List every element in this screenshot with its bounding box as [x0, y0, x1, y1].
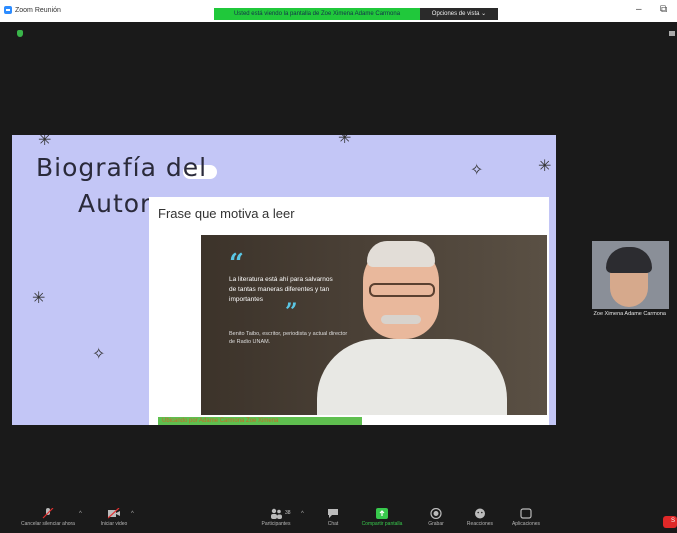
- app-title: Zoom Reunión: [4, 6, 61, 14]
- sparkle-icon: ✳: [32, 290, 46, 307]
- screen-share-banner: Usted está viendo la pantalla de Zoe Xim…: [214, 8, 420, 20]
- participant-video[interactable]: [592, 241, 669, 309]
- author-mustache: [381, 315, 421, 324]
- participant-hat: [606, 247, 652, 273]
- start-video-button[interactable]: Iniciar video: [94, 505, 134, 527]
- slide-title: Biografía del: [36, 153, 208, 182]
- minimize-button[interactable]: –: [636, 4, 642, 15]
- audio-options-caret[interactable]: ^: [79, 511, 82, 517]
- sparkle-icon: ✳: [38, 135, 52, 149]
- author-shirt: [317, 339, 507, 415]
- zoom-logo-icon: [4, 6, 12, 14]
- author-hair: [367, 241, 435, 267]
- reactions-button[interactable]: Reacciones: [460, 505, 500, 527]
- participants-button[interactable]: Participantes: [254, 505, 298, 527]
- close-quote-icon: ”: [285, 299, 298, 325]
- slide-title-line2: Autor: [78, 189, 152, 218]
- meeting-toolbar: Cancelar silenciar ahora ^ Iniciar video…: [0, 505, 677, 533]
- participants-icon: [271, 508, 282, 519]
- security-shield-icon[interactable]: [17, 30, 23, 37]
- video-off-icon: [108, 508, 120, 519]
- chat-icon: [328, 509, 338, 518]
- record-button[interactable]: Grabar: [420, 505, 452, 527]
- shared-screen: ✳ ✳ ✳ ✧ ✳ ✧ Biografía del Autor Frase qu…: [12, 135, 556, 425]
- presenter-label: Ubicando por Adame Carmona Zoe Ximena: [158, 417, 362, 425]
- participants-caret[interactable]: ^: [301, 511, 304, 517]
- quote-text: La literatura está ahí para salvarnos de…: [229, 276, 333, 303]
- microphone-muted-icon: [42, 508, 54, 519]
- title-bar: Zoom Reunión Usted está viendo la pantal…: [0, 0, 677, 22]
- phrase-heading: Frase que motiva a leer: [158, 206, 295, 221]
- apps-button[interactable]: Aplicaciones: [504, 505, 548, 527]
- sparkle-icon: ✧: [92, 346, 106, 363]
- phrase-heading-box: Frase que motiva a leer: [149, 197, 549, 230]
- share-screen-button[interactable]: Compartir pantalla: [352, 505, 412, 527]
- author-photo: “ La literatura está ahí para salvarnos …: [201, 235, 547, 415]
- unmute-button[interactable]: Cancelar silenciar ahora: [12, 505, 84, 527]
- restore-button[interactable]: ⧉: [660, 4, 667, 15]
- participant-count: 38: [285, 510, 291, 516]
- end-meeting-button[interactable]: S: [663, 516, 677, 528]
- video-options-caret[interactable]: ^: [131, 511, 134, 517]
- fullscreen-icon[interactable]: [669, 31, 675, 36]
- view-options-button[interactable]: Opciones de vista ⌄: [420, 8, 498, 20]
- reactions-icon: [475, 508, 485, 519]
- sparkle-icon: ✳: [338, 135, 352, 147]
- sparkle-icon: ✳: [538, 158, 552, 175]
- quote-author: Benito Taibo, escritor, periodista y act…: [229, 331, 348, 345]
- window-title: Zoom Reunión: [15, 6, 61, 14]
- apps-icon: [520, 508, 532, 519]
- chat-button[interactable]: Chat: [318, 505, 348, 527]
- author-glasses: [369, 283, 435, 297]
- participant-name: Zoe Ximena Adame Carmona: [563, 309, 669, 319]
- share-screen-icon: [376, 508, 388, 519]
- record-icon: [430, 508, 442, 519]
- sparkle-icon: ✧: [470, 162, 484, 179]
